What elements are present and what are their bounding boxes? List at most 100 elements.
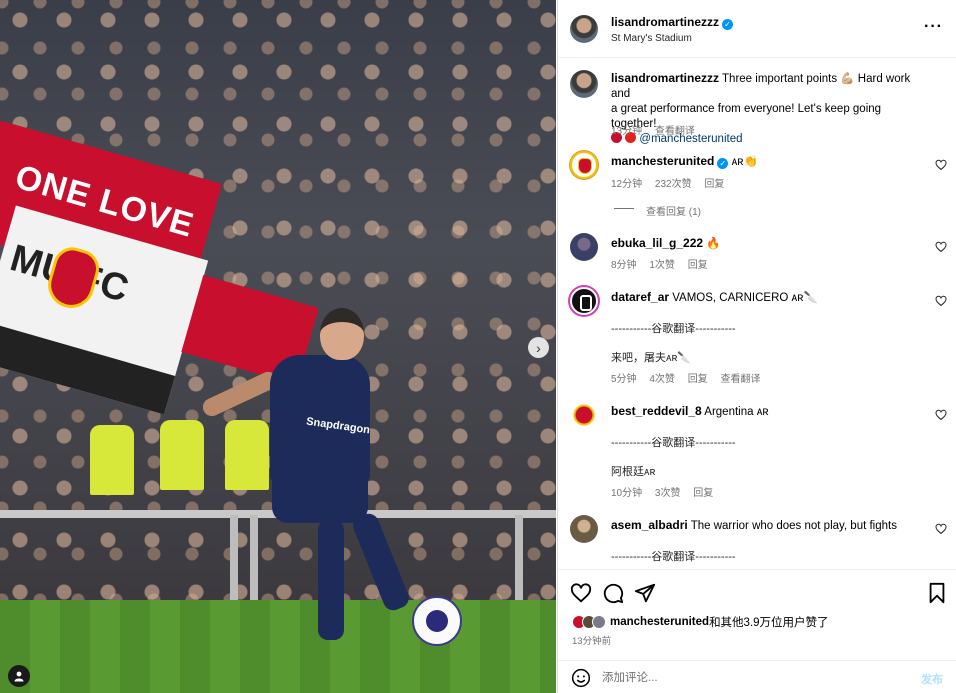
player-leg [318, 520, 344, 640]
emoji-icon[interactable] [571, 668, 591, 688]
comment-item: best_reddevil_8 Argentina ᴀʀ -----------… [558, 399, 956, 499]
steward [160, 420, 204, 490]
comment-item: manchesterunited ✓ ᴀʀ👏 12分钟 232次赞 回复 查看回复… [558, 149, 956, 219]
heart-icon[interactable] [935, 295, 947, 307]
caption: lisandromartinezzz Three important point… [558, 70, 956, 145]
commenter-username[interactable]: asem_albadri [611, 518, 688, 532]
comment-icon[interactable] [602, 582, 624, 604]
comment-text: best_reddevil_8 Argentina ᴀʀ [611, 404, 927, 420]
heart-icon[interactable] [935, 523, 947, 535]
see-translation-link[interactable]: 查看翻译 [720, 374, 760, 385]
railing-post [230, 515, 238, 605]
more-options-button[interactable]: ··· [924, 18, 943, 36]
comment-input[interactable] [602, 667, 892, 689]
football [412, 596, 462, 646]
more-icon: ··· [924, 18, 943, 35]
likes-user[interactable]: manchesterunited [610, 616, 709, 628]
comment-text: manchesterunited ✓ ᴀʀ👏 [611, 154, 927, 170]
comment-meta: 8分钟 1次赞 回复 [611, 256, 718, 271]
likes-count-text: 和其他3.9万位用户赞了 [709, 617, 829, 629]
pitch-grass [0, 600, 556, 693]
translation-text: 阿根廷ᴀʀ [611, 466, 656, 478]
steward [90, 425, 134, 495]
comment-item: dataref_ar VAMOS, CARNICERO ᴀʀ🔪 --------… [558, 285, 956, 385]
commenter-avatar[interactable] [570, 515, 598, 543]
chevron-right-icon: › [536, 339, 541, 356]
post-actions: manchesterunited和其他3.9万位用户赞了 13分钟前 发布 [558, 569, 956, 693]
reply-button[interactable]: 回复 [688, 374, 708, 385]
post-location[interactable]: St Mary's Stadium [611, 33, 733, 44]
author-username[interactable]: lisandromartinezzz [611, 15, 719, 29]
comment-time: 5分钟 [611, 374, 637, 385]
comment-body: VAMOS, CARNICERO ᴀʀ🔪 [672, 292, 818, 304]
translation-header: -----------谷歌翻译----------- [611, 323, 736, 335]
reply-line [614, 208, 634, 209]
player-head [320, 308, 364, 360]
tagged-users-button[interactable] [8, 665, 30, 687]
verified-icon: ✓ [722, 19, 734, 30]
post-timestamp[interactable]: 13分钟前 [572, 633, 611, 647]
translation-header: -----------谷歌翻译----------- [611, 551, 736, 563]
post-header: lisandromartinezzz ✓ St Mary's Stadium ··… [558, 0, 956, 58]
commenter-username[interactable]: ebuka_lil_g_222 [611, 236, 703, 250]
comment-item: ebuka_lil_g_222 🔥 8分钟 1次赞 回复 [558, 231, 956, 276]
heart-icon[interactable] [935, 409, 947, 421]
comment-likes[interactable]: 3次赞 [655, 488, 681, 499]
commenter-username[interactable]: dataref_ar [611, 290, 669, 304]
railing-post [250, 515, 258, 605]
share-icon[interactable] [634, 582, 656, 604]
commenter-avatar[interactable] [570, 151, 598, 179]
comment-text: dataref_ar VAMOS, CARNICERO ᴀʀ🔪 [611, 290, 927, 306]
verified-icon: ✓ [717, 158, 729, 169]
comment-time: 8分钟 [611, 260, 637, 271]
user-icon [14, 671, 24, 682]
bookmark-icon[interactable] [926, 582, 948, 604]
caption-time: 13分钟 [611, 126, 643, 137]
author-avatar[interactable] [570, 15, 598, 43]
likes-summary[interactable]: manchesterunited 和其他3.9万位用户赞了 [572, 614, 829, 630]
comment-likes[interactable]: 232次赞 [655, 179, 692, 190]
comment-time: 10分钟 [611, 488, 643, 499]
steward [225, 420, 269, 490]
comment-body: 🔥 [706, 238, 721, 250]
heart-icon[interactable] [935, 241, 947, 253]
commenter-username[interactable]: manchesterunited [611, 154, 714, 168]
author-info: lisandromartinezzz ✓ St Mary's Stadium [611, 15, 734, 44]
comments-list[interactable]: lisandromartinezzz Three important point… [558, 58, 956, 568]
reply-button[interactable]: 回复 [688, 260, 708, 271]
comment-text: asem_albadri The warrior who does not pl… [611, 518, 927, 534]
caption-username[interactable]: lisandromartinezzz [611, 71, 719, 85]
comment-time: 12分钟 [611, 179, 643, 190]
post-comment-button[interactable]: 发布 [921, 671, 943, 687]
caption-avatar[interactable] [570, 70, 598, 98]
railing-post [515, 515, 523, 605]
commenter-username[interactable]: best_reddevil_8 [611, 404, 702, 418]
like-heart-icon[interactable] [570, 582, 592, 604]
reply-button[interactable]: 回复 [704, 179, 724, 190]
comment-meta: 5分钟 4次赞 回复 查看翻译 [611, 370, 770, 385]
post-side-panel: lisandromartinezzz ✓ St Mary's Stadium ··… [557, 0, 956, 693]
see-translation-link[interactable]: 查看翻译 [655, 126, 695, 137]
comment-meta: 10分钟 3次赞 回复 [611, 484, 723, 499]
comment-item: asem_albadri The warrior who does not pl… [558, 513, 956, 568]
next-image-button[interactable]: › [528, 337, 549, 358]
post-photo[interactable]: ONE LOVE MU FC Snapdragon › [0, 0, 556, 693]
liker-avatar [592, 615, 606, 629]
comment-body: Argentina ᴀʀ [704, 406, 769, 418]
reply-button[interactable]: 回复 [693, 488, 713, 499]
comment-text: ebuka_lil_g_222 🔥 [611, 236, 927, 252]
comment-body: The warrior who does not play, but fight… [690, 520, 897, 532]
heart-icon[interactable] [935, 159, 947, 171]
comment-likes[interactable]: 4次赞 [649, 374, 675, 385]
commenter-avatar[interactable] [570, 233, 598, 261]
commenter-avatar[interactable] [570, 401, 598, 429]
comment-likes[interactable]: 1次赞 [649, 260, 675, 271]
player-shorts [272, 465, 368, 523]
view-replies-button[interactable]: 查看回复 (1) [646, 203, 701, 218]
caption-meta: 13分钟 查看翻译 [611, 122, 705, 137]
comment-meta: 12分钟 232次赞 回复 [611, 175, 734, 190]
translation-header: -----------谷歌翻译----------- [611, 437, 736, 449]
commenter-avatar[interactable] [570, 287, 598, 315]
comment-composer: 发布 [558, 660, 956, 693]
comment-body: ᴀʀ👏 [731, 156, 758, 168]
